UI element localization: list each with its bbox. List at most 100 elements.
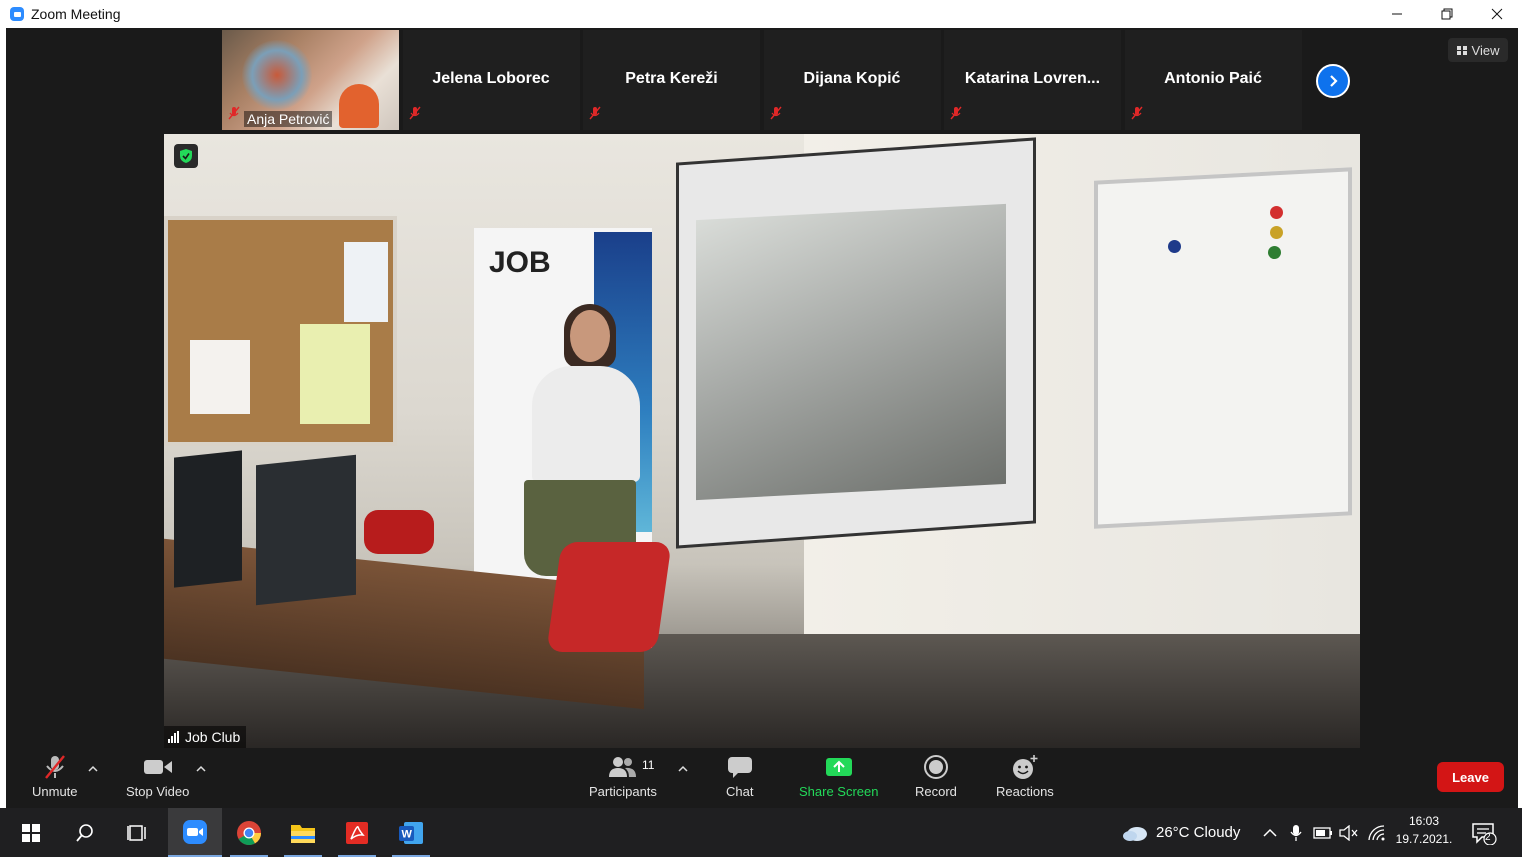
participants-icon (608, 754, 638, 780)
speaker-name: Job Club (185, 729, 241, 745)
record-label: Record (915, 784, 957, 799)
share-screen-button[interactable]: Share Screen (799, 754, 879, 799)
window-controls (1372, 0, 1522, 28)
leave-button[interactable]: Leave (1437, 762, 1504, 792)
record-icon (923, 754, 949, 780)
reactions-label: Reactions (996, 784, 1054, 799)
share-screen-icon (825, 754, 853, 780)
stop-video-label: Stop Video (126, 784, 190, 799)
windows-logo-icon (22, 823, 40, 842)
video-camera-icon (143, 754, 173, 780)
grid-view-icon (1456, 45, 1467, 55)
taskbar-zoom-app[interactable] (168, 808, 222, 857)
task-view-button[interactable] (113, 808, 163, 857)
unmute-button[interactable]: Unmute (32, 754, 78, 799)
muted-mic-icon (408, 106, 421, 125)
task-view-icon (127, 824, 146, 841)
window-title: Zoom Meeting (31, 6, 121, 22)
weather-widget[interactable]: 26°C Cloudy (1122, 808, 1240, 857)
chat-bubble-icon (727, 754, 753, 780)
security-shield-icon[interactable] (174, 144, 198, 168)
audio-options-chevron-icon[interactable] (88, 760, 98, 778)
participant-tile[interactable]: Petra Kereži (583, 30, 760, 130)
show-hidden-icons-chevron-icon[interactable] (1260, 808, 1280, 857)
participant-tile[interactable]: Antonio Paić (1124, 30, 1302, 130)
reactions-button[interactable]: Reactions (996, 754, 1054, 799)
participants-count: 11 (642, 758, 655, 772)
participant-name: Antonio Paić (1164, 70, 1262, 87)
banner-logo-text: JOB (489, 246, 551, 279)
microphone-icon[interactable] (1286, 808, 1306, 857)
search-button[interactable] (60, 808, 110, 857)
notification-count: 2 (1485, 832, 1491, 843)
clock-date: 19.7.2021. (1395, 832, 1453, 846)
minimize-button[interactable] (1372, 0, 1422, 28)
participant-tile[interactable]: Anja Petrović (222, 30, 399, 130)
next-page-button[interactable] (1316, 64, 1350, 98)
start-button[interactable] (6, 808, 56, 857)
stop-video-button[interactable]: Stop Video (126, 754, 189, 799)
view-button-label: View (1471, 42, 1500, 58)
chat-button[interactable]: Chat (726, 754, 753, 799)
svg-text:W: W (402, 828, 413, 840)
whiteboard (1094, 167, 1352, 529)
active-speaker-video[interactable]: JOB Job Club (164, 134, 1360, 748)
record-button[interactable]: Record (915, 754, 957, 799)
volume-muted-icon[interactable] (1338, 808, 1360, 857)
word-icon: W (399, 821, 423, 844)
signal-strength-icon (168, 731, 180, 743)
speaker-name-label: Job Club (164, 726, 247, 748)
participants-options-chevron-icon[interactable] (678, 760, 688, 778)
taskbar-word[interactable]: W (386, 808, 436, 857)
share-screen-label: Share Screen (799, 784, 879, 799)
zoom-app-icon (10, 7, 24, 21)
smiley-add-icon (1011, 754, 1039, 780)
restore-button[interactable] (1422, 0, 1472, 28)
participant-tile[interactable]: Jelena Loborec (402, 30, 580, 130)
taskbar-chrome[interactable] (224, 808, 274, 857)
windows-taskbar: W 26°C Cloudy 16:03 19.7.2021. 2 (0, 808, 1522, 857)
participant-name: Anja Petrović (244, 111, 333, 127)
chevron-right-icon (1330, 75, 1338, 87)
meeting-toolbar: Unmute Stop Video Participants 11 Chat S… (6, 748, 1518, 808)
chrome-icon (237, 820, 261, 845)
taskbar-acrobat[interactable] (332, 808, 382, 857)
participant-name: Petra Kereži (625, 70, 718, 87)
muted-mic-icon (769, 106, 782, 125)
minimize-icon (1392, 13, 1402, 15)
wifi-icon[interactable] (1366, 808, 1388, 857)
muted-mic-icon (228, 106, 240, 125)
close-icon (1491, 8, 1503, 20)
cloud-icon (1123, 826, 1147, 841)
close-button[interactable] (1472, 0, 1522, 28)
participant-tile[interactable]: Katarina Lovren... (944, 30, 1121, 130)
folder-icon (291, 824, 315, 843)
acrobat-icon (346, 821, 368, 844)
search-icon (76, 823, 93, 842)
participant-tile[interactable]: Dijana Kopić (763, 30, 941, 130)
muted-mic-icon (1130, 106, 1143, 125)
participant-name: Katarina Lovren... (964, 70, 1101, 87)
taskbar-file-explorer[interactable] (278, 808, 328, 857)
video-options-chevron-icon[interactable] (196, 760, 206, 778)
muted-mic-icon (950, 106, 962, 125)
zoom-app-icon (183, 819, 207, 844)
participant-name: Dijana Kopić (803, 70, 901, 87)
restore-icon (1441, 8, 1453, 20)
meeting-area: Anja Petrović Jelena Loborec Petra Kerež… (6, 28, 1518, 808)
participant-strip: Anja Petrović Jelena Loborec Petra Kerež… (222, 30, 1306, 132)
notifications-button[interactable]: 2 (1466, 808, 1502, 857)
muted-microphone-icon (42, 754, 68, 780)
participant-name: Jelena Loborec (432, 70, 550, 87)
clock-time: 16:03 (1408, 814, 1440, 828)
muted-mic-icon (589, 106, 601, 125)
notification-center-icon (1472, 822, 1497, 845)
system-clock[interactable]: 16:03 19.7.2021. (1394, 812, 1454, 848)
window-titlebar: Zoom Meeting (0, 0, 1522, 28)
weather-text: 26°C Cloudy (1156, 824, 1241, 841)
view-button[interactable]: View (1448, 38, 1508, 62)
unmute-label: Unmute (32, 784, 78, 799)
chat-label: Chat (726, 784, 754, 799)
participants-label: Participants (589, 784, 657, 799)
battery-icon[interactable] (1312, 808, 1334, 857)
